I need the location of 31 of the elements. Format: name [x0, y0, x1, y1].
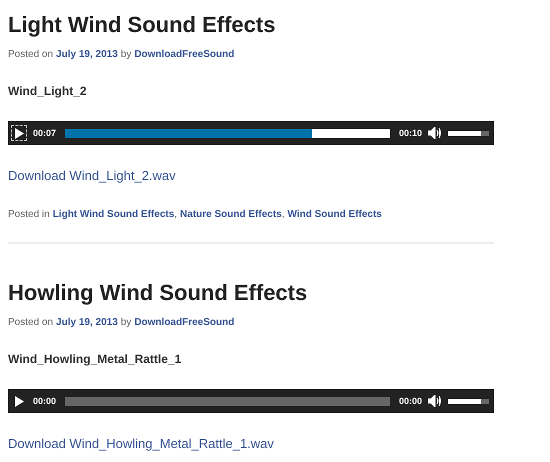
download-link[interactable]: Download Wind_Howling_Metal_Rattle_1.wav [8, 436, 274, 451]
duration-time: 00:10 [398, 128, 422, 138]
category-link[interactable]: Wind Sound Effects [288, 209, 382, 220]
posted-in-label: Posted in [8, 209, 50, 220]
category-link[interactable]: Light Wind Sound Effects, [52, 209, 178, 220]
author-link[interactable]: DownloadFreeSound [134, 49, 234, 60]
date-link[interactable]: July 19, 2013 [56, 317, 118, 328]
category-link[interactable]: Nature Sound Effects, [180, 209, 285, 220]
speaker-icon[interactable] [428, 395, 442, 407]
by-label: by [120, 49, 132, 60]
posted-on-label: Posted on [8, 317, 54, 328]
track-name: Wind_Howling_Metal_Rattle_1 [8, 352, 182, 366]
play-button[interactable] [11, 125, 27, 141]
play-icon [14, 128, 24, 138]
download-link[interactable]: Download Wind_Light_2.wav [8, 168, 176, 183]
track-name: Wind_Light_2 [8, 84, 88, 98]
date-link[interactable]: July 19, 2013 [56, 49, 118, 60]
post-title[interactable]: Howling Wind Sound Effects [8, 280, 494, 306]
volume-slider[interactable] [448, 398, 489, 404]
play-icon [14, 396, 24, 406]
progress-track[interactable] [65, 396, 390, 406]
elapsed-time: 00:00 [33, 396, 56, 406]
progress-track[interactable] [65, 128, 390, 138]
posted-on-label: Posted on [8, 49, 54, 60]
speaker-icon[interactable] [428, 127, 442, 139]
elapsed-time: 00:07 [33, 128, 56, 138]
volume-slider[interactable] [448, 130, 489, 136]
duration-time: 00:00 [398, 396, 422, 406]
post-title[interactable]: Light Wind Sound Effects [8, 12, 494, 38]
author-link[interactable]: DownloadFreeSound [134, 317, 234, 328]
by-label: by [120, 317, 132, 328]
